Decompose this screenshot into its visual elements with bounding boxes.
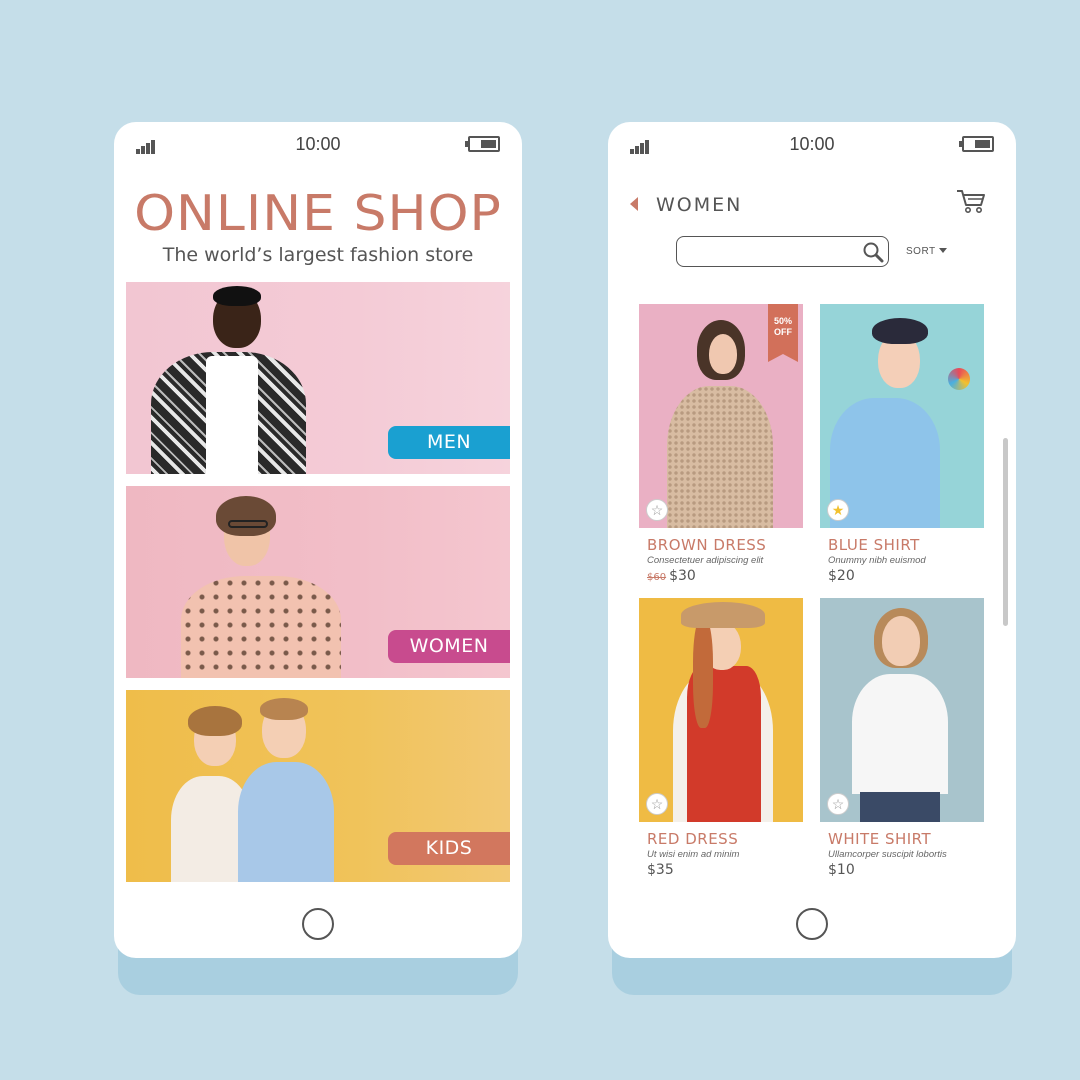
discount-percent: 50% bbox=[773, 316, 792, 326]
category-banner-men[interactable]: MEN bbox=[126, 282, 510, 474]
model-photo bbox=[166, 698, 346, 882]
category-label-men[interactable]: MEN bbox=[388, 426, 510, 459]
product-description: Ullamcorper suscipit lobortis bbox=[828, 849, 947, 860]
category-banner-kids[interactable]: KIDS bbox=[126, 690, 510, 882]
favorite-star-icon[interactable]: ☆ bbox=[646, 793, 668, 815]
battery-icon bbox=[465, 136, 500, 152]
product-card-brown-dress[interactable]: 50% OFF ☆ BROWN DRESS Consectetuer adipi… bbox=[639, 304, 803, 584]
product-description: Onummy nibh euismod bbox=[828, 555, 926, 566]
favorite-star-icon[interactable]: ☆ bbox=[646, 499, 668, 521]
status-time: 10:00 bbox=[789, 134, 835, 154]
product-photo: ★ bbox=[820, 304, 984, 528]
product-price: $60 $30 bbox=[639, 568, 803, 584]
battery-icon bbox=[959, 136, 994, 152]
product-price: $10 bbox=[828, 862, 855, 878]
shop-subtitle: The world’s largest fashion store bbox=[162, 244, 474, 266]
sort-dropdown[interactable]: SORT bbox=[906, 246, 947, 257]
search-icon[interactable] bbox=[862, 241, 884, 263]
status-bar: 10:00 bbox=[608, 134, 1016, 158]
product-description: Consectetuer adipiscing elit bbox=[647, 555, 764, 566]
discount-badge: 50% OFF bbox=[768, 304, 798, 362]
page-title: WOMEN bbox=[656, 194, 743, 216]
phone-category-screen: 10:00 WOMEN SORT 50% OFF ☆ BROWN DRESS C… bbox=[608, 122, 1016, 958]
cart-icon[interactable] bbox=[956, 188, 986, 214]
product-photo: 50% OFF ☆ bbox=[639, 304, 803, 528]
status-time: 10:00 bbox=[295, 134, 341, 154]
product-description: Ut wisi enim ad minim bbox=[647, 849, 740, 860]
product-photo: ☆ bbox=[639, 598, 803, 822]
category-label-women[interactable]: WOMEN bbox=[388, 630, 510, 663]
women-label-text: WOMEN bbox=[409, 635, 489, 657]
category-label-kids[interactable]: KIDS bbox=[388, 832, 510, 865]
discount-off: OFF bbox=[774, 327, 792, 337]
product-price: $20 bbox=[828, 568, 855, 584]
model-photo bbox=[176, 494, 356, 678]
current-price: $30 bbox=[669, 568, 696, 584]
back-arrow-icon[interactable] bbox=[630, 197, 638, 211]
product-name: BLUE SHIRT bbox=[828, 536, 920, 554]
scrollbar[interactable] bbox=[1003, 438, 1008, 626]
men-label-text: MEN bbox=[426, 431, 472, 453]
favorite-star-icon[interactable]: ☆ bbox=[827, 793, 849, 815]
kids-label-text: KIDS bbox=[425, 837, 473, 859]
search-input[interactable] bbox=[676, 236, 889, 267]
caret-down-icon bbox=[938, 248, 947, 253]
product-name: BROWN DRESS bbox=[647, 536, 767, 554]
shop-title: ONLINE SHOP bbox=[134, 185, 502, 243]
product-name: RED DRESS bbox=[647, 830, 739, 848]
old-price: $60 bbox=[647, 572, 667, 583]
product-card-blue-shirt[interactable]: ★ BLUE SHIRT Onummy nibh euismod $20 bbox=[820, 304, 984, 584]
category-banner-women[interactable]: WOMEN bbox=[126, 486, 510, 678]
model-photo bbox=[151, 282, 321, 474]
product-name: WHITE SHIRT bbox=[828, 830, 932, 848]
home-button[interactable] bbox=[302, 908, 334, 940]
phone-home-screen: 10:00 ONLINE SHOP The world’s largest fa… bbox=[114, 122, 522, 958]
home-button[interactable] bbox=[796, 908, 828, 940]
sort-label: SORT bbox=[906, 246, 936, 257]
product-card-red-dress[interactable]: ☆ RED DRESS Ut wisi enim ad minim $35 bbox=[639, 598, 803, 878]
product-card-white-shirt[interactable]: ☆ WHITE SHIRT Ullamcorper suscipit lobor… bbox=[820, 598, 984, 878]
favorite-star-icon[interactable]: ★ bbox=[827, 499, 849, 521]
product-photo: ☆ bbox=[820, 598, 984, 822]
product-price: $35 bbox=[647, 862, 674, 878]
status-bar: 10:00 bbox=[114, 134, 522, 158]
